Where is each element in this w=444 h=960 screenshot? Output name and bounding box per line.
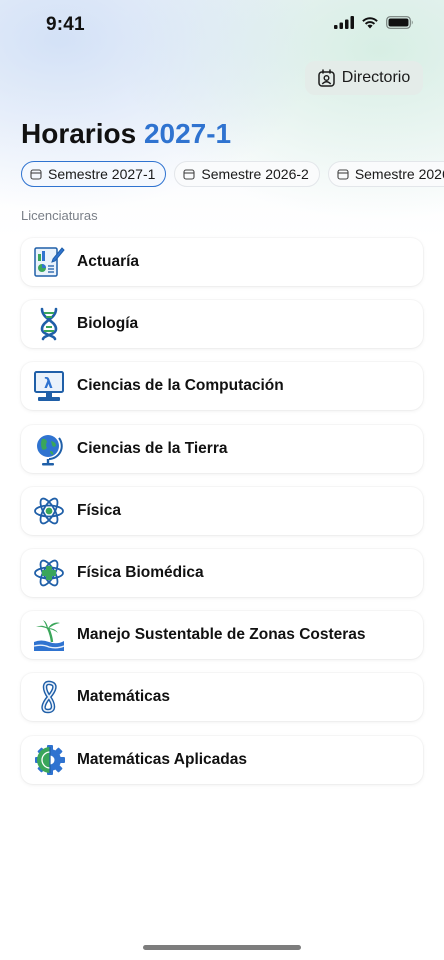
program-item-fisica-biomedica[interactable]: Física Biomédica	[21, 548, 423, 597]
globe-icon	[37, 434, 63, 466]
section-label: Licenciaturas	[21, 208, 98, 223]
contacts-icon	[318, 69, 335, 87]
program-item-matematicas[interactable]: Matemáticas	[21, 673, 423, 722]
chip-label: Semestre 2026-2	[201, 166, 309, 182]
status-bar: 9:41	[0, 0, 444, 50]
program-item-ciencias-tierra[interactable]: Ciencias de la Tierra	[21, 424, 423, 473]
signal-icon	[334, 16, 354, 29]
chip-semester-2026-1[interactable]: Semestre 2026-1	[327, 161, 444, 187]
wifi-icon	[362, 17, 378, 29]
program-item-actuaria[interactable]: Actuaría	[21, 238, 423, 286]
page-title-text: Horarios	[21, 118, 137, 149]
program-item-biologia[interactable]: Biología	[21, 300, 423, 349]
battery-icon	[386, 16, 413, 29]
chip-semester-2027-1[interactable]: Semestre 2027-1	[21, 161, 167, 187]
dna-icon	[40, 307, 58, 341]
program-item-fisica[interactable]: Física	[21, 486, 423, 535]
program-item-zonas-costeras[interactable]: Manejo Sustentable de Zonas Costeras	[21, 611, 423, 660]
calendar-icon	[30, 169, 42, 180]
palm-coast-icon	[33, 620, 65, 652]
chip-label: Semestre 2026-1	[354, 166, 444, 182]
programs-list: Actuaría Biología λ Ciencias de la Compu…	[21, 238, 423, 798]
program-label: Biología	[77, 315, 139, 333]
computer-lambda-icon: λ	[34, 371, 64, 402]
home-indicator[interactable]	[143, 945, 301, 950]
program-label: Ciencias de la Tierra	[77, 439, 228, 457]
svg-text:λ: λ	[44, 376, 53, 392]
calendar-icon	[183, 169, 195, 180]
program-label: Matemáticas Aplicadas	[77, 750, 248, 768]
program-label: Ciencias de la Computación	[77, 377, 284, 395]
calendar-icon	[337, 169, 349, 180]
program-label: Manejo Sustentable de Zonas Costeras	[77, 626, 366, 644]
page-title-accent: 2027-1	[143, 118, 232, 149]
page-title: Horarios 2027-1	[21, 118, 231, 150]
semester-chips: Semestre 2027-1 Semestre 2026-2 Semestre…	[21, 161, 444, 187]
system-icons	[334, 16, 414, 29]
chip-semester-2026-2[interactable]: Semestre 2026-2	[174, 161, 320, 187]
program-label: Física Biomédica	[77, 563, 204, 581]
program-label: Matemáticas	[77, 688, 171, 706]
chip-label: Semestre 2027-1	[48, 166, 156, 182]
atom-icon	[34, 497, 64, 525]
directory-button-label: Directorio	[341, 69, 411, 86]
actuaria-chart-icon	[34, 247, 65, 277]
infinity-icon	[41, 681, 57, 714]
program-label: Física	[77, 501, 121, 519]
program-item-matematicas-aplicadas[interactable]: Matemáticas Aplicadas	[21, 735, 423, 784]
program-label: Actuaría	[77, 253, 140, 270]
program-item-computacion[interactable]: λ Ciencias de la Computación	[21, 362, 423, 411]
status-time: 9:41	[46, 14, 85, 35]
atom-medical-icon	[34, 559, 64, 587]
directory-button[interactable]: Directorio	[305, 61, 423, 95]
gear-protractor-icon	[35, 744, 65, 775]
